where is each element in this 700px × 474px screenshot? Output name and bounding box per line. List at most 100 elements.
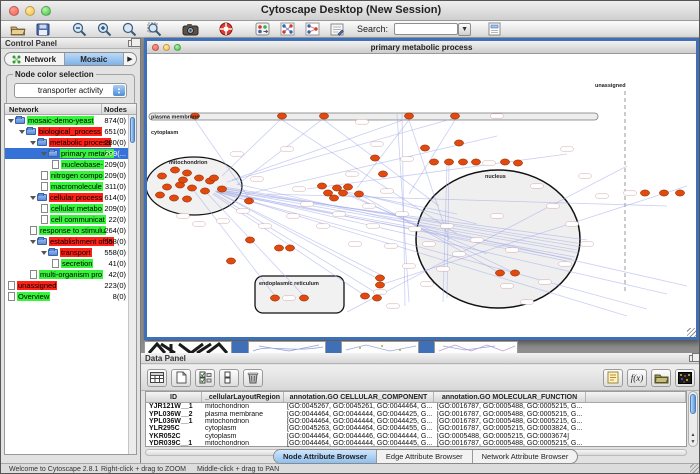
network-node[interactable] — [429, 159, 438, 165]
table-row[interactable]: YPL036W__1mitochondrion[GO:0044464, GO:0… — [146, 418, 686, 425]
gene-label-node[interactable] — [403, 264, 416, 268]
gene-label-node[interactable] — [346, 172, 359, 176]
network-node[interactable] — [510, 270, 519, 276]
unselect-all-attributes-button[interactable] — [219, 369, 239, 387]
tree-item-label[interactable]: mosaic-demo-yeast — [27, 116, 94, 125]
tree-item-label[interactable]: biological_process — [38, 127, 102, 136]
network-frame-titlebar[interactable]: primary metabolic process — [147, 41, 696, 54]
tree-item-label[interactable]: cell communicat — [50, 215, 106, 224]
tree-item-label[interactable]: cellular process — [49, 193, 103, 202]
tree-item-label[interactable]: transport — [60, 248, 92, 257]
layout-nodes-button[interactable] — [276, 22, 298, 37]
network-node[interactable] — [270, 295, 279, 301]
network-node[interactable] — [329, 195, 338, 201]
tree-row-secretion[interactable]: secretion41(0) — [5, 258, 128, 269]
tree-row-multi-organism-pro[interactable]: multi-organism pro42(0) — [5, 269, 128, 280]
attribute-file-button[interactable] — [483, 22, 505, 37]
snapshot-button[interactable] — [179, 22, 201, 37]
table-row[interactable]: YJR121W__1mitochondrion[GO:0045267, GO:0… — [146, 403, 686, 410]
window-resize-grip[interactable] — [690, 464, 700, 474]
tab-edge-attribute-browser[interactable]: Edge Attribute Browser — [377, 450, 473, 463]
tree-item-label[interactable]: nitrogen compo — [50, 171, 104, 180]
tree-row-cell-communicat[interactable]: cell communicat22(0) — [5, 214, 128, 225]
table-row[interactable]: YDR039C__1mitochondrion[GO:0044464, GO:0… — [146, 440, 686, 447]
gene-label-node[interactable] — [483, 161, 496, 165]
network-node[interactable] — [500, 159, 509, 165]
search-dropdown-button[interactable]: ▼ — [458, 23, 471, 36]
save-session-button[interactable] — [32, 22, 54, 37]
gene-label-node[interactable] — [401, 157, 414, 161]
network-node[interactable] — [420, 145, 429, 151]
tree-item-label[interactable]: macromolecule — [50, 182, 103, 191]
scrollbar-arrows[interactable]: ▲▼ — [689, 432, 697, 446]
tree-item-label[interactable]: response to stimulu — [39, 226, 106, 235]
create-attribute-button[interactable] — [171, 369, 191, 387]
gene-label-node[interactable] — [596, 194, 609, 198]
disclosure-triangle-icon[interactable] — [19, 130, 25, 134]
gene-label-node[interactable] — [561, 147, 574, 151]
vizmapper-button[interactable] — [251, 22, 273, 37]
disclosure-triangle-icon[interactable] — [8, 119, 14, 123]
table-row[interactable]: YPL036W__2plasma membrane[GO:0044464, GO… — [146, 410, 686, 417]
network-node[interactable] — [182, 196, 191, 202]
gene-label-node[interactable] — [471, 238, 484, 242]
tree-item-label[interactable]: nucleobase- — [61, 160, 104, 169]
network-node[interactable] — [675, 190, 684, 196]
gene-label-node[interactable] — [301, 202, 314, 206]
zoom-selected-region-button[interactable] — [143, 22, 165, 37]
network-node[interactable] — [375, 282, 384, 288]
attribute-list-button[interactable] — [603, 369, 623, 387]
column-header-region[interactable]: _cellularLayoutRegion — [202, 392, 284, 402]
gene-label-node[interactable] — [491, 114, 504, 118]
tree-item-label[interactable]: Overview — [17, 292, 50, 301]
tree-row-primary-metabo[interactable]: primary metabo209(... — [5, 148, 128, 159]
gene-label-node[interactable] — [581, 242, 594, 246]
column-header-cellular-component[interactable]: annotation.GO CELLULAR_COMPONENT — [284, 392, 434, 402]
delete-attribute-button[interactable] — [243, 369, 263, 387]
tree-item-label[interactable]: cellular metabo — [50, 204, 103, 213]
disclosure-triangle-icon[interactable] — [30, 141, 36, 145]
gene-label-node[interactable] — [521, 300, 534, 304]
tab-network[interactable]: Network — [5, 53, 65, 65]
gene-label-node[interactable] — [396, 212, 409, 216]
network-node[interactable] — [244, 198, 253, 204]
tree-item-label[interactable]: secretion — [61, 259, 93, 268]
tree-row-cellular-process[interactable]: cellular process614(0) — [5, 192, 128, 203]
tree-row-cellular-metabo[interactable]: cellular metabo209(0) — [5, 203, 128, 214]
disclosure-triangle-icon[interactable] — [30, 240, 36, 244]
network-node[interactable] — [370, 155, 379, 161]
tree-item-label[interactable]: unassigned — [17, 281, 57, 290]
gene-label-node[interactable] — [259, 224, 272, 228]
network-node[interactable] — [157, 173, 166, 179]
compartment-plasma-membrane[interactable] — [149, 113, 598, 120]
gene-label-node[interactable] — [177, 214, 190, 218]
tab-network-attribute-browser[interactable]: Network Attribute Browser — [473, 450, 578, 463]
network-node[interactable] — [404, 113, 413, 119]
gene-label-node[interactable] — [237, 209, 250, 213]
tree-row-response-to-stimulu[interactable]: response to stimulu264(0) — [5, 225, 128, 236]
tab-overflow-button[interactable]: ▶ — [124, 55, 136, 63]
network-node[interactable] — [170, 167, 179, 173]
gene-label-node[interactable] — [283, 296, 296, 300]
table-row[interactable]: YKR052Ccytoplasm[GO:0044464, GO:0044446,… — [146, 433, 686, 440]
gene-label-node[interactable] — [217, 219, 230, 223]
column-header-molecular-function[interactable]: annotation.GO MOLECULAR_FUNCTION — [434, 392, 586, 402]
network-node[interactable] — [375, 275, 384, 281]
tree-row-mosaic-demo-yeast[interactable]: mosaic-demo-yeast874(0) — [5, 115, 128, 126]
formula-button[interactable]: f(x) — [627, 369, 647, 387]
gene-label-node[interactable] — [371, 142, 384, 146]
annotation-button[interactable] — [326, 22, 348, 37]
network-node[interactable] — [182, 170, 191, 176]
gene-label-node[interactable] — [193, 222, 206, 226]
network-node[interactable] — [178, 177, 187, 183]
network-node[interactable] — [217, 186, 226, 192]
gene-label-node[interactable] — [506, 248, 519, 252]
gene-label-node[interactable] — [501, 284, 514, 288]
table-vertical-scrollbar[interactable]: ▲▼ — [688, 391, 698, 447]
matrix-view-button[interactable] — [675, 369, 695, 387]
tab-mosaic[interactable]: Mosaic — [65, 53, 125, 65]
tree-vertical-scrollbar[interactable] — [128, 115, 136, 454]
gene-label-node[interactable] — [579, 174, 592, 178]
disclosure-triangle-icon[interactable] — [41, 251, 47, 255]
control-panel-float-icon[interactable] — [128, 40, 136, 47]
